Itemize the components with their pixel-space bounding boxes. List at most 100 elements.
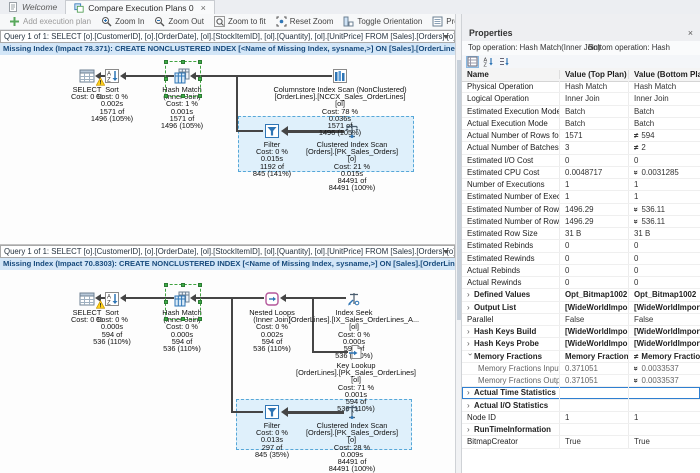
- zoom-out-button[interactable]: Zoom Out: [150, 15, 208, 29]
- expand-icon[interactable]: ›: [467, 303, 474, 312]
- property-row[interactable]: Number of Executions11: [462, 179, 700, 191]
- tab-label: Welcome: [22, 2, 57, 12]
- categorized-view-button[interactable]: [466, 56, 479, 68]
- property-row[interactable]: Actual Number of Batches3≠2: [462, 142, 700, 154]
- property-row[interactable]: Physical OperationHash MatchHash Match: [462, 81, 700, 93]
- add-execution-plan-button[interactable]: Add execution plan: [5, 15, 95, 29]
- toolbar-label: Reset Zoom: [290, 17, 334, 26]
- node-label: Clustered Index Scan[Orders].[PK_Sales_O…: [282, 141, 422, 191]
- property-row[interactable]: Memory Fractions Output0.371051»0.003353…: [462, 375, 700, 387]
- zoom-to-fit-button[interactable]: Zoom to fit: [210, 15, 270, 29]
- property-row[interactable]: Estimated Number of Executions11: [462, 191, 700, 203]
- expand-icon[interactable]: ›: [467, 327, 474, 336]
- property-row[interactable]: Actual Rewinds00: [462, 277, 700, 289]
- selection-handle[interactable]: [164, 60, 168, 64]
- expand-icon[interactable]: ›: [467, 339, 474, 348]
- property-row[interactable]: Estimated Rebinds00: [462, 240, 700, 252]
- collapse-icon[interactable]: ›: [466, 353, 475, 360]
- property-row[interactable]: Estimated I/O Cost00: [462, 155, 700, 167]
- property-row[interactable]: Actual Number of Rows for All Ex...1571≠…: [462, 130, 700, 142]
- selection-handle[interactable]: [198, 317, 202, 321]
- property-row[interactable]: ›Defined ValuesOpt_Bitmap1002Opt_Bitmap1…: [462, 289, 700, 301]
- selection-handle[interactable]: [164, 317, 168, 321]
- property-value-bottom: [WideWorldImporters]...: [634, 339, 700, 348]
- query-header-top[interactable]: Query 1 of 1: SELECT [o].[CustomerID], […: [0, 30, 455, 43]
- plan-canvas-top: SELECTCost: 0 % AZ SortCost: 0 %0.002s15…: [0, 55, 455, 243]
- property-row[interactable]: ›Actual Time Statistics: [462, 387, 700, 399]
- column-header-value-bottom[interactable]: Value (Bottom Plan): [628, 70, 700, 79]
- properties-title-bar[interactable]: Properties ×: [462, 26, 700, 41]
- node-label-line: 84491 (100%): [282, 184, 422, 191]
- property-row[interactable]: Estimated Row Size31 B31 B: [462, 228, 700, 240]
- property-value-top: [WideWorldImporters]...: [559, 338, 628, 349]
- plan-node-clustered-index-scan[interactable]: Clustered Index Scan[Orders].[PK_Sales_O…: [282, 123, 422, 191]
- chevron-down-icon[interactable]: [443, 35, 449, 39]
- key-lookup-icon: [348, 344, 364, 360]
- property-name: Hash Keys Probe: [474, 339, 539, 348]
- property-row[interactable]: Actual Execution ModeBatchBatch: [462, 118, 700, 130]
- selection-handle[interactable]: [164, 94, 168, 98]
- selection-handle[interactable]: [198, 94, 202, 98]
- property-row[interactable]: Estimated Number of Rows for All...1496.…: [462, 216, 700, 228]
- property-row[interactable]: BitmapCreatorTrueTrue: [462, 436, 700, 448]
- property-row[interactable]: Logical OperationInner JoinInner Join: [462, 93, 700, 105]
- property-row[interactable]: ParallelFalseFalse: [462, 314, 700, 326]
- column-header-value-top[interactable]: Value (Top Plan): [559, 70, 628, 79]
- missing-index-banner-bottom[interactable]: Missing Index (Impact 70.8303): CREATE N…: [0, 258, 455, 270]
- close-tab-icon[interactable]: ×: [201, 3, 206, 13]
- selection-handle[interactable]: [164, 300, 168, 304]
- clustered-index-scan-icon: [344, 123, 360, 139]
- property-row[interactable]: Memory Fractions Input0.371051»0.0033537: [462, 363, 700, 375]
- property-row[interactable]: ›Hash Keys Probe [WideWorldImporters]... […: [462, 338, 700, 350]
- plan-node-clustered-index-scan[interactable]: Clustered Index Scan[Orders].[PK_Sales_O…: [282, 404, 422, 472]
- column-header-name[interactable]: Name: [462, 70, 559, 79]
- close-panel-icon[interactable]: ×: [688, 26, 693, 41]
- group-sort-button[interactable]: [498, 56, 511, 68]
- property-row[interactable]: Estimated Rewinds00: [462, 253, 700, 265]
- property-row[interactable]: ›Memory FractionsMemory Fractions Inpu..…: [462, 351, 700, 363]
- property-value-top: True: [559, 436, 628, 447]
- property-value-top: 1: [559, 412, 628, 423]
- selection-handle[interactable]: [164, 283, 168, 287]
- selection-handle[interactable]: [181, 283, 185, 287]
- property-row[interactable]: Estimated CPU Cost0.0048717»0.0031285: [462, 167, 700, 179]
- property-value-bottom: 31 B: [634, 229, 650, 238]
- selection-handle[interactable]: [198, 77, 202, 81]
- property-row[interactable]: Estimated Execution ModeBatchBatch: [462, 106, 700, 118]
- property-row[interactable]: ›Output List[WideWorldImporters]...[Wide…: [462, 302, 700, 314]
- expand-icon[interactable]: ›: [467, 290, 474, 299]
- alphabetical-sort-button[interactable]: AZ: [482, 56, 495, 68]
- tab-compare-execution-plans[interactable]: Compare Execution Plans 0 ×: [65, 0, 215, 14]
- chevron-down-icon[interactable]: [443, 250, 449, 254]
- selection-handle[interactable]: [181, 317, 185, 321]
- selection-handle[interactable]: [198, 283, 202, 287]
- toolbar-label: Zoom In: [115, 17, 144, 26]
- zoom-in-button[interactable]: Zoom In: [97, 15, 148, 29]
- selection-handle[interactable]: [198, 60, 202, 64]
- plan-node-key-lookup[interactable]: Key Lookup[OrderLines].[PK_Sales_OrderLi…: [286, 344, 426, 412]
- top-plan-pane: Query 1 of 1: SELECT [o].[CustomerID], […: [0, 30, 455, 245]
- missing-index-banner-top[interactable]: Missing Index (Impact 78.371): CREATE NO…: [0, 43, 455, 55]
- reset-zoom-button[interactable]: Reset Zoom: [272, 15, 338, 29]
- toggle-orientation-button[interactable]: Toggle Orientation: [339, 15, 426, 29]
- property-row[interactable]: Estimated Number of Rows Per Ex...1496.2…: [462, 204, 700, 216]
- expand-icon[interactable]: ›: [467, 401, 474, 410]
- expand-icon[interactable]: ›: [467, 388, 474, 397]
- compare-plans-icon: [74, 3, 84, 13]
- query-header-bottom[interactable]: Query 1 of 1: SELECT [o].[CustomerID], […: [0, 245, 455, 258]
- property-row[interactable]: Actual Rebinds00: [462, 265, 700, 277]
- property-row[interactable]: ›Actual I/O Statistics: [462, 400, 700, 412]
- compare-toolbar: Add execution plan Zoom In Zoom Out Zoom…: [0, 14, 455, 30]
- expand-icon[interactable]: ›: [467, 425, 474, 434]
- property-name: Parallel: [467, 315, 493, 324]
- property-row[interactable]: Node ID11: [462, 412, 700, 424]
- properties-toolbar: AZ: [462, 55, 700, 68]
- selection-handle[interactable]: [198, 300, 202, 304]
- property-row[interactable]: ›Hash Keys Build[WideWorldImporters]...[…: [462, 326, 700, 338]
- tab-welcome[interactable]: Welcome: [0, 0, 65, 14]
- property-row[interactable]: ›RunTimeInformation: [462, 424, 700, 436]
- selection-handle[interactable]: [164, 77, 168, 81]
- property-value-bottom: 0.0031285: [641, 168, 678, 177]
- selection-handle[interactable]: [181, 60, 185, 64]
- selection-handle[interactable]: [181, 94, 185, 98]
